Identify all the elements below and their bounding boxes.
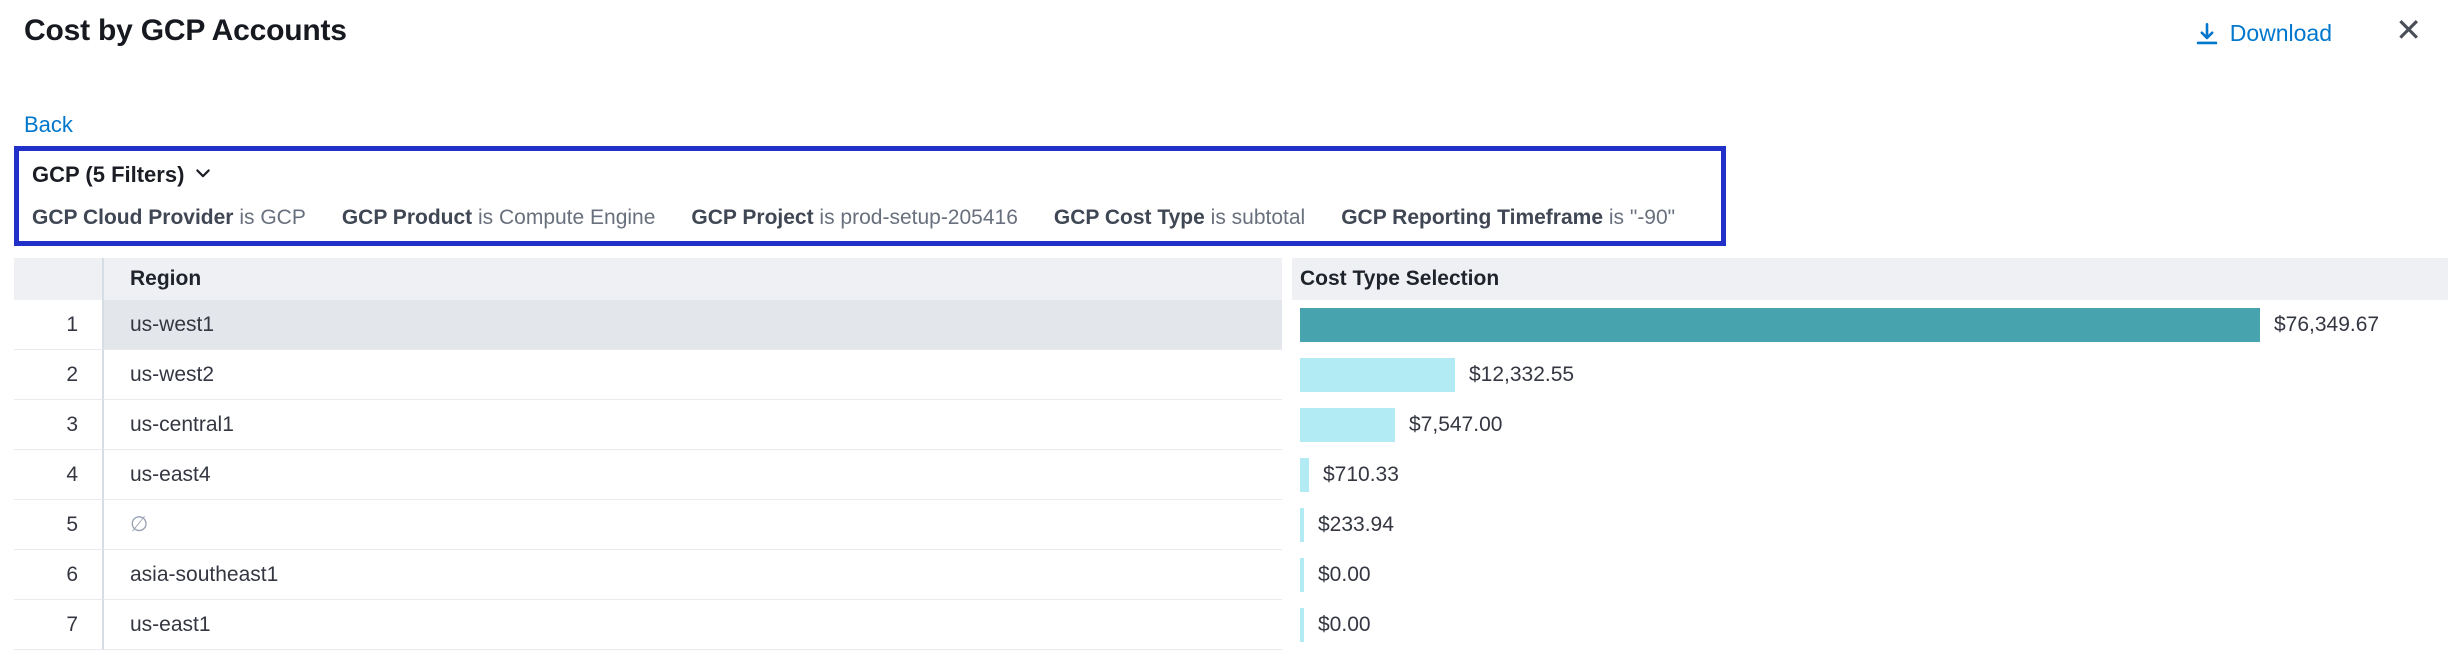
filter-list: GCP Cloud Provider is GCP GCP Product is… xyxy=(32,206,1708,230)
filter-field: GCP Cloud Provider xyxy=(32,206,233,229)
row-number: 7 xyxy=(14,600,102,650)
cost-bar xyxy=(1300,558,1304,592)
region-cell[interactable]: us-west1 xyxy=(102,300,1282,350)
row-number-header xyxy=(14,258,102,300)
table-row[interactable]: 6 asia-southeast1 $0.00 xyxy=(14,550,2448,600)
page-title: Cost by GCP Accounts xyxy=(24,14,347,48)
filters-summary-label: GCP (5 Filters) xyxy=(32,162,184,188)
cost-bar xyxy=(1300,308,2260,342)
download-label: Download xyxy=(2230,20,2332,47)
cost-bar xyxy=(1300,458,1309,492)
download-button[interactable]: Download xyxy=(2194,20,2332,47)
table-row[interactable]: 3 us-central1 $7,547.00 xyxy=(14,400,2448,450)
filter-condition: is "-90" xyxy=(1609,206,1675,229)
cost-value: $76,349.67 xyxy=(2274,313,2379,337)
filter-item: GCP Reporting Timeframe is "-90" xyxy=(1341,206,1675,230)
row-number: 5 xyxy=(14,500,102,550)
cost-value: $0.00 xyxy=(1318,563,1371,587)
close-icon: ✕ xyxy=(2395,12,2422,48)
filter-item: GCP Project is prod-setup-205416 xyxy=(691,206,1017,230)
cost-bar-cell: $0.00 xyxy=(1292,550,2448,600)
filter-field: GCP Project xyxy=(691,206,813,229)
column-header-region[interactable]: Region xyxy=(102,258,1282,300)
cost-bar-cell: $7,547.00 xyxy=(1292,400,2448,450)
filter-field: GCP Cost Type xyxy=(1054,206,1205,229)
row-number: 2 xyxy=(14,350,102,400)
region-cell[interactable]: us-central1 xyxy=(102,400,1282,450)
cost-value: $0.00 xyxy=(1318,613,1371,637)
cost-bar xyxy=(1300,608,1304,642)
region-cell[interactable]: ∅ xyxy=(102,500,1282,550)
column-header-cost[interactable]: Cost Type Selection xyxy=(1292,258,2448,300)
cost-value: $233.94 xyxy=(1318,513,1394,537)
filter-condition: is GCP xyxy=(239,206,306,229)
table-row[interactable]: 7 us-east1 $0.00 xyxy=(14,600,2448,650)
filter-condition: is subtotal xyxy=(1211,206,1306,229)
row-number: 4 xyxy=(14,450,102,500)
filters-dropdown[interactable]: GCP (5 Filters) xyxy=(32,160,213,189)
filters-highlight-box: GCP (5 Filters) GCP Cloud Provider is GC… xyxy=(14,146,1726,246)
cost-value: $7,547.00 xyxy=(1409,413,1502,437)
cost-bar xyxy=(1300,358,1455,392)
cost-bar-cell: $12,332.55 xyxy=(1292,350,2448,400)
cost-value: $12,332.55 xyxy=(1469,363,1574,387)
chevron-down-icon xyxy=(193,160,213,189)
row-number: 3 xyxy=(14,400,102,450)
cost-bar-cell: $233.94 xyxy=(1292,500,2448,550)
cost-value: $710.33 xyxy=(1323,463,1399,487)
filter-item: GCP Cost Type is subtotal xyxy=(1054,206,1305,230)
table-row[interactable]: 5 ∅ $233.94 xyxy=(14,500,2448,550)
cost-bar xyxy=(1300,508,1304,542)
row-number: 1 xyxy=(14,300,102,350)
cost-bar xyxy=(1300,408,1395,442)
table-row[interactable]: 2 us-west2 $12,332.55 xyxy=(14,350,2448,400)
region-cell[interactable]: us-east4 xyxy=(102,450,1282,500)
filter-field: GCP Product xyxy=(342,206,472,229)
download-icon xyxy=(2194,21,2220,47)
filter-field: GCP Reporting Timeframe xyxy=(1341,206,1603,229)
region-cell[interactable]: us-east1 xyxy=(102,600,1282,650)
cost-bar-cell: $0.00 xyxy=(1292,600,2448,650)
filter-item: GCP Product is Compute Engine xyxy=(342,206,656,230)
region-cell[interactable]: us-west2 xyxy=(102,350,1282,400)
filter-item: GCP Cloud Provider is GCP xyxy=(32,206,306,230)
row-number: 6 xyxy=(14,550,102,600)
table-header-row: Region Cost Type Selection xyxy=(14,258,2448,300)
cost-bar-cell: $710.33 xyxy=(1292,450,2448,500)
table-row[interactable]: 4 us-east4 $710.33 xyxy=(14,450,2448,500)
filter-condition: is Compute Engine xyxy=(478,206,655,229)
region-cell[interactable]: asia-southeast1 xyxy=(102,550,1282,600)
back-link[interactable]: Back xyxy=(24,112,73,138)
filter-condition: is prod-setup-205416 xyxy=(819,206,1017,229)
table-row[interactable]: 1 us-west1 $76,349.67 xyxy=(14,300,2448,350)
close-button[interactable]: ✕ xyxy=(2395,14,2422,46)
cost-table: Region Cost Type Selection 1 us-west1 $7… xyxy=(14,258,2448,650)
cost-bar-cell: $76,349.67 xyxy=(1292,300,2448,350)
